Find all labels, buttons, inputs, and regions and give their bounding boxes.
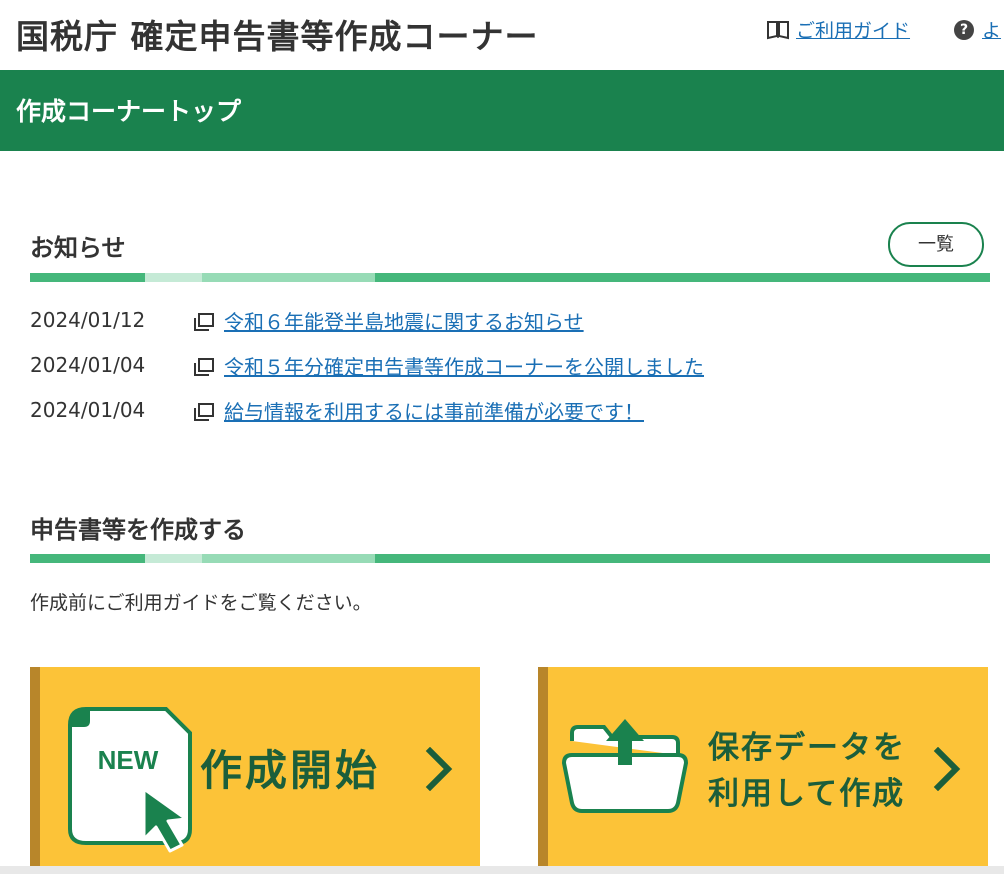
news-date: 2024/01/04 <box>30 353 146 377</box>
site-header: 国税庁 確定申告書等作成コーナー ご利用ガイド ? よ <box>0 0 1004 70</box>
new-document-icon: NEW <box>68 707 192 853</box>
folder-upload-icon <box>561 719 689 813</box>
news-link[interactable]: 令和５年分確定申告書等作成コーナーを公開しました <box>224 351 704 380</box>
news-divider <box>30 273 990 282</box>
news-date: 2024/01/12 <box>30 308 146 332</box>
horizontal-scrollbar[interactable] <box>0 866 1004 874</box>
news-date: 2024/01/04 <box>30 398 146 422</box>
chevron-right-icon <box>425 747 453 791</box>
use-saved-data-label: 保存データを 利用して作成 <box>708 725 906 817</box>
news-list-button[interactable]: 一覧 <box>888 222 984 267</box>
create-intro: 作成前にご利用ガイドをご覧ください。 <box>30 592 372 614</box>
question-circle-icon: ? <box>954 19 974 40</box>
start-new-label: 作成開始 <box>200 746 381 795</box>
use-saved-data-label-line1: 保存データを <box>708 730 906 766</box>
use-saved-data-button[interactable]: 保存データを 利用して作成 <box>538 667 988 874</box>
book-icon <box>767 20 789 39</box>
news-heading: お知らせ <box>30 234 126 262</box>
new-window-icon <box>194 313 214 331</box>
svg-text:NEW: NEW <box>98 745 159 775</box>
chevron-right-icon <box>933 747 961 791</box>
news-link[interactable]: 令和６年能登半島地震に関するお知らせ <box>224 306 584 335</box>
news-item: 2024/01/04 令和５年分確定申告書等作成コーナーを公開しました <box>30 351 990 396</box>
new-window-icon <box>194 358 214 376</box>
news-item: 2024/01/04 給与情報を利用するには事前準備が必要です！ <box>30 396 990 441</box>
guide-link[interactable]: ご利用ガイド <box>766 16 910 43</box>
use-saved-data-label-line2: 利用して作成 <box>708 776 906 812</box>
news-item: 2024/01/12 令和６年能登半島地震に関するお知らせ <box>30 306 990 351</box>
guide-link-label: ご利用ガイド <box>796 20 911 42</box>
create-divider <box>30 554 990 563</box>
news-link[interactable]: 給与情報を利用するには事前準備が必要です！ <box>224 396 644 425</box>
site-title: 国税庁 確定申告書等作成コーナー <box>16 17 539 56</box>
page-title-bar: 作成コーナートップ <box>0 70 1004 151</box>
faq-link[interactable]: ? よ <box>954 16 1001 43</box>
create-heading: 申告書等を作成する <box>30 516 246 544</box>
news-list: 2024/01/12 令和６年能登半島地震に関するお知らせ 2024/01/04… <box>30 306 990 441</box>
page: 国税庁 確定申告書等作成コーナー ご利用ガイド ? よ 作成コーナートップ お知… <box>0 0 1004 874</box>
page-title: 作成コーナートップ <box>16 97 242 126</box>
start-new-button[interactable]: NEW 作成開始 <box>30 667 480 874</box>
new-window-icon <box>194 403 214 421</box>
faq-link-label: よ <box>982 20 1002 42</box>
